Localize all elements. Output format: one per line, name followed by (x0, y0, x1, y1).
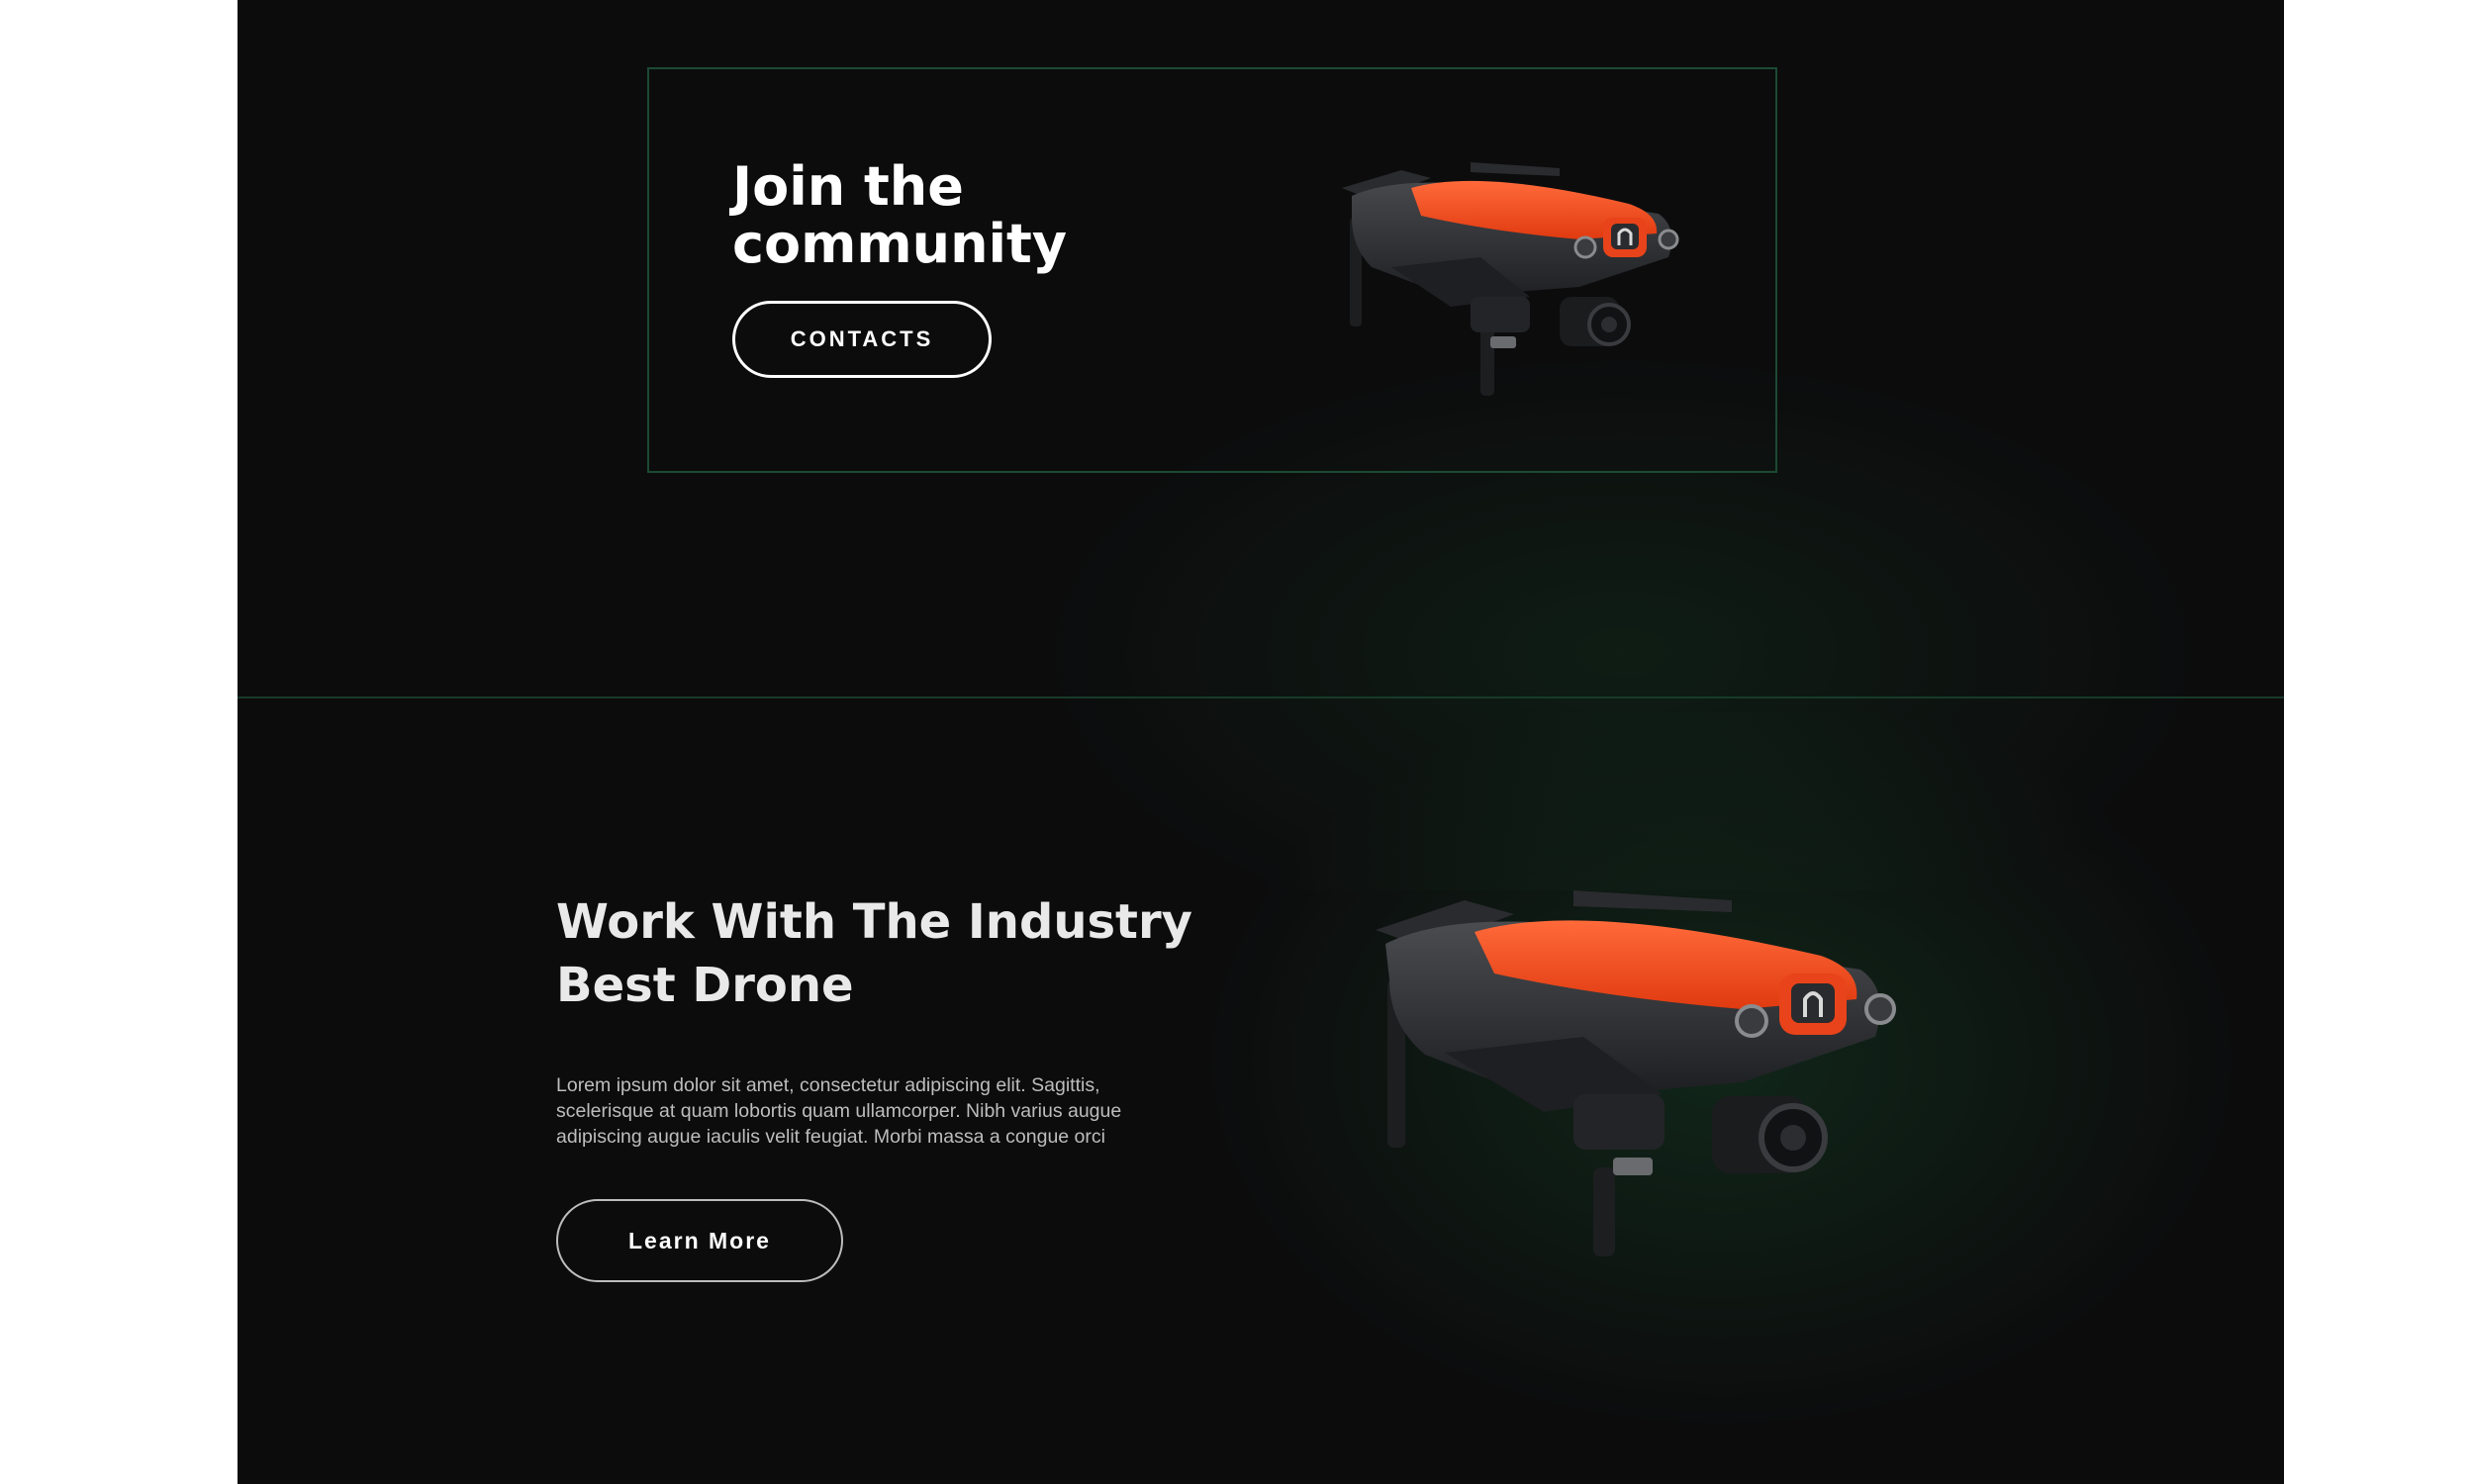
industry-description: Lorem ipsum dolor sit amet, consectetur … (556, 1074, 1122, 1148)
community-title: Join the community (732, 155, 1068, 275)
section-divider (238, 696, 2284, 698)
drone-image (1342, 162, 1679, 396)
learn-more-button[interactable]: Learn More (556, 1199, 843, 1282)
community-card: Join the community CONTACTS (647, 67, 1777, 473)
drone-image (1376, 890, 1896, 1256)
contacts-button[interactable]: CONTACTS (732, 301, 992, 378)
page: Join the community CONTACTS Work With Th… (238, 0, 2284, 1484)
industry-title: Work With The Industry Best Drone (556, 894, 1192, 1013)
